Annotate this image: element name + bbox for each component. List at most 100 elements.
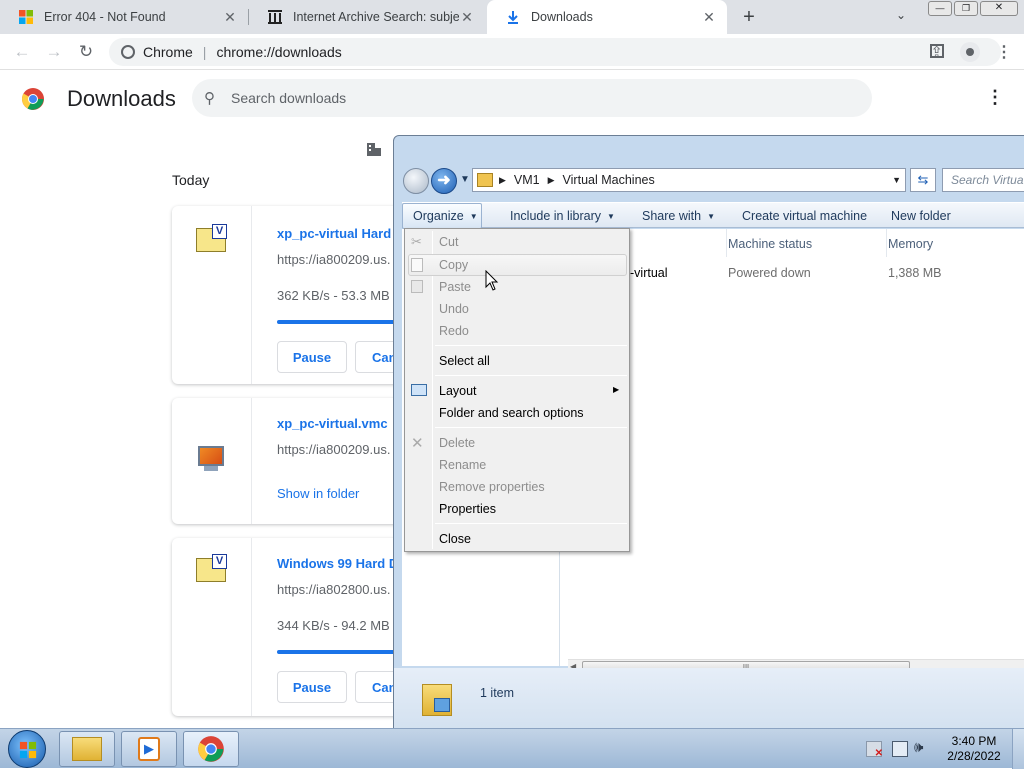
pause-button[interactable]: Pause	[277, 671, 347, 703]
address-bar[interactable]: ▶ VM1 ▶ Virtual Machines ▼	[472, 168, 906, 192]
download-filename[interactable]: xp_pc-virtual.vmc	[277, 416, 388, 431]
organize-menu: ✂ Cut Copy Paste Undo Redo Select all La…	[404, 228, 630, 552]
command-bar: Organize ▼ Include in library ▼ Share with…	[402, 202, 1024, 229]
refresh-icon[interactable]: ⇆	[910, 168, 936, 192]
reload-icon[interactable]: ↻	[74, 40, 98, 64]
chrome-logo-icon	[22, 88, 44, 110]
minimize-button[interactable]: —	[928, 1, 952, 16]
column-machine-status[interactable]: Machine status	[728, 237, 812, 251]
download-url[interactable]: https://ia800209.us.	[277, 252, 390, 267]
share-with-button[interactable]: Share with ▼	[642, 203, 715, 229]
chrome-site-icon	[121, 45, 135, 59]
chrome-menu-icon[interactable]: ⋮	[996, 42, 1012, 62]
tab-strip: Error 404 - Not Found ✕ Internet Archive…	[0, 0, 1024, 34]
close-tab-icon[interactable]: ✕	[222, 9, 238, 25]
menu-item-properties[interactable]: Properties	[439, 502, 496, 516]
show-in-folder-link[interactable]: Show in folder	[277, 486, 359, 501]
download-url[interactable]: https://ia800209.us.	[277, 442, 390, 457]
downloads-header: Downloads ⚲ Search downloads ⋮	[0, 71, 1024, 127]
media-player-icon: ▶	[138, 737, 160, 761]
details-pane: 1 item	[394, 668, 1024, 730]
browser-toolbar: ← → ↻ Chrome | chrome://downloads ⇪ ☆ ⋮	[0, 34, 1024, 70]
menu-item-folder-and-search-options[interactable]: Folder and search options	[439, 406, 584, 420]
back-arrow-icon[interactable]: ←	[10, 40, 34, 64]
new-tab-button[interactable]: +	[738, 6, 760, 28]
column-memory[interactable]: Memory	[888, 237, 933, 251]
tab-title: Error 404 - Not Found	[44, 10, 166, 24]
page-title: Downloads	[67, 86, 176, 111]
paste-icon	[411, 280, 423, 293]
chrome-logo-icon	[198, 736, 224, 762]
menu-item-select-all[interactable]: Select all	[439, 354, 490, 368]
breadcrumb-vm1[interactable]: VM1	[514, 173, 540, 187]
explorer-search-placeholder: Search Virtua	[951, 173, 1024, 187]
menu-item-rename[interactable]: Rename	[439, 458, 486, 472]
folder-icon	[477, 173, 493, 187]
layout-icon	[411, 384, 427, 396]
start-button[interactable]	[8, 730, 46, 768]
menu-item-close[interactable]: Close	[439, 532, 471, 546]
profile-avatar-icon[interactable]	[960, 42, 980, 62]
vm-memory: 1,388 MB	[888, 266, 942, 280]
close-window-button[interactable]: ✕	[980, 1, 1018, 16]
vm-name[interactable]: -virtual	[630, 266, 668, 280]
download-filename[interactable]: xp_pc-virtual Hard D	[277, 226, 404, 241]
omnibox-site-label: Chrome	[143, 44, 193, 60]
section-today: Today	[172, 172, 210, 188]
restore-button[interactable]: ❐	[954, 1, 978, 16]
tab-internet-archive[interactable]: Internet Archive Search: subject: ✕	[249, 0, 485, 34]
taskbar-explorer[interactable]	[59, 731, 115, 767]
menu-item-redo[interactable]: Redo	[439, 324, 469, 338]
network-icon[interactable]	[892, 741, 908, 757]
back-button[interactable]	[403, 168, 429, 194]
forward-arrow-icon[interactable]: →	[42, 40, 66, 64]
download-progress-text: 344 KB/s - 94.2 MB	[277, 618, 390, 633]
menu-item-layout[interactable]: Layout	[439, 384, 477, 398]
tab-error-404[interactable]: Error 404 - Not Found ✕	[0, 0, 248, 34]
action-center-icon[interactable]: ✕	[866, 741, 883, 759]
menu-item-undo[interactable]: Undo	[439, 302, 469, 316]
breadcrumb-virtual-machines[interactable]: Virtual Machines	[563, 173, 655, 187]
include-in-library-button[interactable]: Include in library ▼	[510, 203, 615, 229]
vm-status: Powered down	[728, 266, 811, 280]
download-card: V Windows 99 Hard Di https://ia802800.us…	[172, 538, 412, 716]
folder-large-icon	[422, 680, 454, 718]
menu-item-copy[interactable]: Copy	[439, 258, 468, 272]
close-tab-icon[interactable]: ✕	[701, 9, 717, 25]
omnibox[interactable]: Chrome | chrome://downloads ⇪ ☆	[109, 38, 1001, 66]
create-virtual-machine-button[interactable]: Create virtual machine	[742, 203, 867, 229]
menu-item-paste[interactable]: Paste	[439, 280, 471, 294]
clock[interactable]: 3:40 PM 2/28/2022	[944, 734, 1004, 764]
taskbar-chrome[interactable]	[183, 731, 239, 767]
menu-item-cut[interactable]: Cut	[439, 235, 458, 249]
download-card: xp_pc-virtual.vmc https://ia800209.us. S…	[172, 398, 412, 524]
download-progress-text: 362 KB/s - 53.3 MB	[277, 288, 390, 303]
menu-item-remove-properties[interactable]: Remove properties	[439, 480, 545, 494]
archive-icon	[268, 10, 282, 24]
search-downloads-field[interactable]: ⚲ Search downloads	[192, 79, 872, 117]
side-panel-icon[interactable]	[930, 44, 944, 58]
download-filename[interactable]: Windows 99 Hard Di	[277, 556, 402, 571]
downloads-menu-icon[interactable]: ⋮	[986, 87, 1004, 108]
organize-button[interactable]: Organize ▼	[402, 203, 482, 229]
tab-title: Downloads	[531, 10, 593, 24]
download-progress-bar	[277, 320, 412, 324]
breadcrumb-arrow-icon: ▶	[499, 174, 506, 185]
tab-search-chevron-icon[interactable]: ⌄	[896, 8, 906, 22]
submenu-arrow-icon: ▶	[613, 385, 620, 394]
tab-downloads[interactable]: Downloads ✕	[487, 0, 727, 34]
volume-icon[interactable]: 🕪	[914, 739, 923, 756]
taskbar-media-player[interactable]: ▶	[121, 731, 177, 767]
download-progress-bar	[277, 650, 412, 654]
new-folder-button[interactable]: New folder	[891, 203, 951, 229]
forward-button[interactable]: ➜	[431, 168, 457, 194]
pause-button[interactable]: Pause	[277, 341, 347, 373]
menu-item-delete[interactable]: Delete	[439, 436, 475, 450]
close-tab-icon[interactable]: ✕	[459, 9, 475, 25]
address-dropdown-icon[interactable]: ▼	[892, 175, 901, 185]
explorer-search-field[interactable]: Search Virtua	[942, 168, 1024, 192]
show-desktop-button[interactable]	[1012, 729, 1024, 769]
download-url[interactable]: https://ia802800.us.	[277, 582, 390, 597]
recent-pages-chevron-icon[interactable]: ▼	[460, 174, 470, 185]
taskbar: ▶ ✕ 🕪 3:40 PM 2/28/2022	[0, 728, 1024, 769]
